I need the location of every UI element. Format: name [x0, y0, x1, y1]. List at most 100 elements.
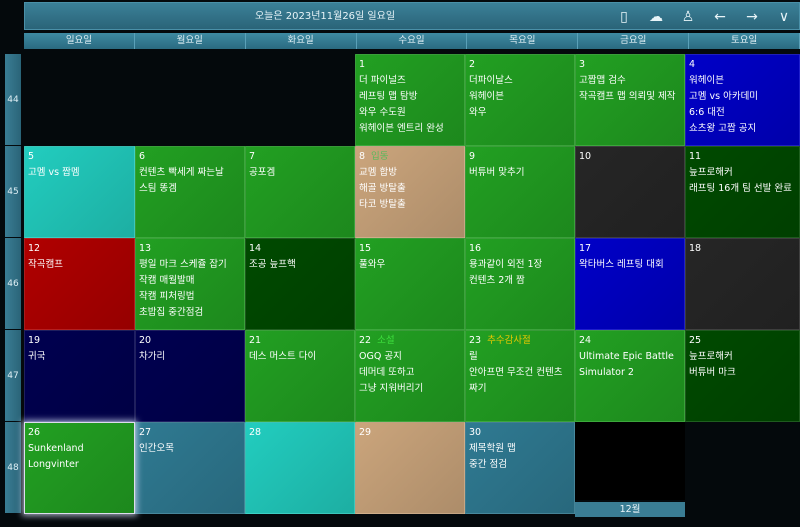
- event-item[interactable]: 공포겜: [249, 165, 351, 181]
- event-item[interactable]: 컨텐츠 2개 짬: [469, 273, 571, 289]
- day-cell[interactable]: 9 버튜버 맞추기: [465, 146, 575, 238]
- event-item[interactable]: 릴: [469, 349, 571, 365]
- day-header: 27: [139, 425, 241, 441]
- day-cell[interactable]: 14 조공 늪프핵: [245, 238, 355, 330]
- day-cell[interactable]: 19 귀국: [24, 330, 135, 422]
- event-item[interactable]: 버튜버 마크: [689, 365, 796, 381]
- day-cell[interactable]: 12 작곡캠프: [24, 238, 135, 330]
- event-item[interactable]: 래프팅 16개 팀 선발 완료: [689, 181, 796, 197]
- day-cell[interactable]: 20 차가리: [135, 330, 245, 422]
- day-header: 7: [249, 149, 351, 165]
- phone-icon[interactable]: ▯: [613, 9, 635, 25]
- event-item[interactable]: 차가리: [139, 349, 241, 365]
- event-item[interactable]: Ultimate Epic Battle: [579, 349, 681, 365]
- event-item[interactable]: 왁타버스 레프팅 대회: [579, 257, 681, 273]
- day-cell[interactable]: 5 고멤 vs 짭멤: [24, 146, 135, 238]
- event-item[interactable]: 해골 방탈출: [359, 181, 461, 197]
- event-item[interactable]: 용과같이 외전 1장: [469, 257, 571, 273]
- day-cell[interactable]: 21 데스 머스트 다이: [245, 330, 355, 422]
- event-item[interactable]: 작캠 매월발매: [139, 273, 241, 289]
- day-cell[interactable]: 15 풀와우: [355, 238, 465, 330]
- weekday-5: 금요일: [578, 33, 690, 49]
- day-number: 28: [249, 427, 262, 438]
- event-item[interactable]: 조공 늪프핵: [249, 257, 351, 273]
- event-item[interactable]: Sunkenland: [28, 441, 131, 457]
- event-item[interactable]: 와우 수도원: [359, 105, 461, 121]
- event-item[interactable]: 레프팅 맵 탐방: [359, 89, 461, 105]
- event-item[interactable]: 고짭맵 검수: [579, 73, 681, 89]
- event-item[interactable]: OGQ 공지: [359, 349, 461, 365]
- day-number: 4: [689, 59, 696, 70]
- day-cell[interactable]: 25 늪프로해커 버튜버 마크: [685, 330, 800, 422]
- event-item[interactable]: 컨텐츠 빡세게 짜는날: [139, 165, 241, 181]
- day-cell[interactable]: 28: [245, 422, 355, 514]
- day-cell[interactable]: 4 워헤이븐 고멤 vs 아카데미 6:6 대전 쇼츠왕 고짭 공지: [685, 54, 800, 146]
- day-cell[interactable]: 2 더파이날스 워헤이븐 와우: [465, 54, 575, 146]
- event-item[interactable]: 쇼츠왕 고짭 공지: [689, 121, 796, 137]
- day-number: 1: [359, 59, 366, 70]
- day-cell[interactable]: 26 Sunkenland Longvinter: [24, 422, 135, 514]
- weekday-6: 토요일: [689, 33, 800, 49]
- event-item[interactable]: 안아프면 무조건 컨텐츠: [469, 365, 571, 381]
- event-item[interactable]: Longvinter: [28, 457, 131, 473]
- arrow-right-icon[interactable]: →: [741, 9, 763, 25]
- event-item[interactable]: 작곡캠프: [28, 257, 131, 273]
- day-cell[interactable]: 22 소설 OGQ 공지 데머데 또하고 그냥 지워버리기: [355, 330, 465, 422]
- event-item[interactable]: 그냥 지워버리기: [359, 381, 461, 397]
- event-item[interactable]: 데머데 또하고: [359, 365, 461, 381]
- event-item[interactable]: 더 파이널즈: [359, 73, 461, 89]
- event-item[interactable]: 귀국: [28, 349, 131, 365]
- day-cell[interactable]: 27 인간오목: [135, 422, 245, 514]
- next-month-button[interactable]: 12월: [575, 502, 685, 517]
- event-item[interactable]: 초밥집 중간점검: [139, 305, 241, 321]
- day-cell[interactable]: 17 왁타버스 레프팅 대회: [575, 238, 685, 330]
- day-cell[interactable]: 6 컨텐츠 빡세게 짜는날 스팀 똥겜: [135, 146, 245, 238]
- day-cell[interactable]: 1 더 파이널즈 레프팅 맵 탐방 와우 수도원 워헤이븐 엔트리 완성: [355, 54, 465, 146]
- chevron-down-icon[interactable]: ∨: [773, 9, 795, 25]
- event-item[interactable]: 워헤이븐 엔트리 완성: [359, 121, 461, 137]
- event-item[interactable]: 스팀 똥겜: [139, 181, 241, 197]
- day-cell[interactable]: 18: [685, 238, 800, 330]
- event-item[interactable]: 작캠 피처링법: [139, 289, 241, 305]
- day-cell[interactable]: 16 용과같이 외전 1장 컨텐츠 2개 짬: [465, 238, 575, 330]
- event-item[interactable]: 인간오목: [139, 441, 241, 457]
- event-item[interactable]: 워헤이븐: [689, 73, 796, 89]
- day-cell[interactable]: 29: [355, 422, 465, 514]
- event-item[interactable]: 늪프로해커: [689, 165, 796, 181]
- event-item[interactable]: 짜기: [469, 381, 571, 397]
- event-item[interactable]: 와우: [469, 105, 571, 121]
- event-item[interactable]: 제목학원 맵: [469, 441, 571, 457]
- event-item[interactable]: 작곡캠프 맵 의뢰및 제작: [579, 89, 681, 105]
- event-item[interactable]: 중간 점검: [469, 457, 571, 473]
- event-item[interactable]: 풀와우: [359, 257, 461, 273]
- day-cell[interactable]: 7 공포겜: [245, 146, 355, 238]
- event-item[interactable]: 6:6 대전: [689, 105, 796, 121]
- event-item[interactable]: 타코 방탈출: [359, 197, 461, 213]
- event-item[interactable]: 늪프로해커: [689, 349, 796, 365]
- day-cell[interactable]: 3 고짭맵 검수 작곡캠프 맵 의뢰및 제작: [575, 54, 685, 146]
- day-cell[interactable]: 24 Ultimate Epic Battle Simulator 2: [575, 330, 685, 422]
- day-cell[interactable]: 10: [575, 146, 685, 238]
- day-cell[interactable]: 13 평일 마크 스케쥴 잡기 작캠 매월발매 작캠 피처링법 초밥집 중간점검: [135, 238, 245, 330]
- event-item[interactable]: 버튜버 맞추기: [469, 165, 571, 181]
- cloud-check-icon[interactable]: ☁: [645, 9, 667, 25]
- event-item[interactable]: 데스 머스트 다이: [249, 349, 351, 365]
- event-item[interactable]: 더파이날스: [469, 73, 571, 89]
- day-cell[interactable]: 11 늪프로해커 래프팅 16개 팀 선발 완료: [685, 146, 800, 238]
- day-number: 10: [579, 151, 592, 162]
- day-header: 23 추수감사절: [469, 333, 571, 349]
- holiday-label: 추수감사절: [487, 335, 531, 346]
- day-cell[interactable]: 30 제목학원 맵 중간 점검: [465, 422, 575, 514]
- event-item[interactable]: 고멤 vs 짭멤: [28, 165, 131, 181]
- day-header: 8 입동: [359, 149, 461, 165]
- event-item[interactable]: Simulator 2: [579, 365, 681, 381]
- day-number: 27: [139, 427, 152, 438]
- event-item[interactable]: 교멤 합방: [359, 165, 461, 181]
- day-cell[interactable]: 23 추수감사절 릴 안아프면 무조건 컨텐츠 짜기: [465, 330, 575, 422]
- user-icon[interactable]: ♙: [677, 9, 699, 25]
- day-cell[interactable]: 8 입동 교멤 합방 해골 방탈출 타코 방탈출: [355, 146, 465, 238]
- event-item[interactable]: 워헤이븐: [469, 89, 571, 105]
- event-item[interactable]: 고멤 vs 아카데미: [689, 89, 796, 105]
- arrow-left-icon[interactable]: ←: [709, 9, 731, 25]
- event-item[interactable]: 평일 마크 스케쥴 잡기: [139, 257, 241, 273]
